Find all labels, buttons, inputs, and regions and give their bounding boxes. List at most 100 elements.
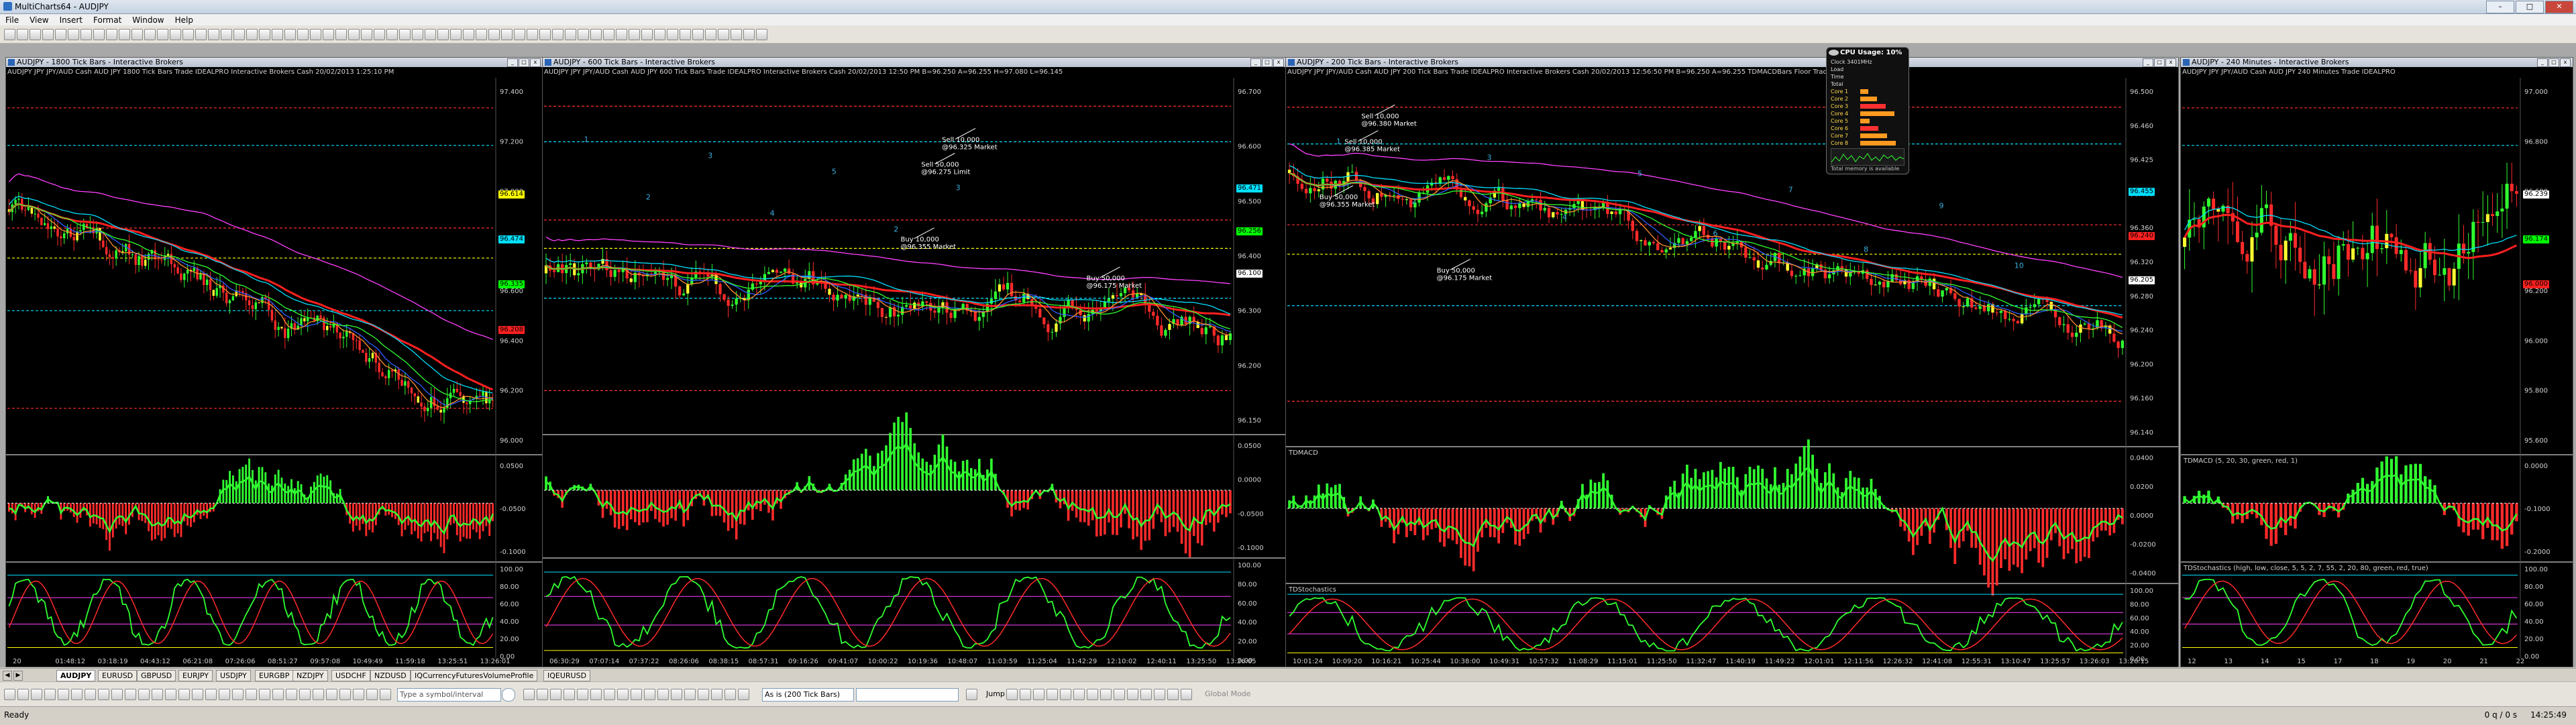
drawing-tool-icon[interactable] [1140, 689, 1152, 700]
jump-date-input[interactable] [856, 688, 959, 702]
drawing-tool-icon[interactable] [1087, 689, 1098, 700]
toolbar-tool-icon[interactable] [68, 29, 79, 40]
drawing-tool-icon[interactable] [219, 689, 230, 700]
drawing-tool-icon[interactable] [1181, 689, 1192, 700]
menu-view[interactable]: View [24, 14, 54, 25]
tab-scroll-left-icon[interactable]: ◀ [3, 671, 12, 681]
toolbar-tool-icon[interactable] [30, 29, 41, 40]
tab-scroll-right-icon[interactable]: ▶ [13, 671, 23, 681]
toolbar-tool-icon[interactable] [654, 29, 665, 40]
drawing-tool-icon[interactable] [564, 689, 575, 700]
toolbar-tool-icon[interactable] [412, 29, 423, 40]
toolbar-tool-icon[interactable] [4, 29, 15, 40]
tab-nzdjpy[interactable]: NZDJPY [292, 670, 328, 681]
toolbar-tool-icon[interactable] [119, 29, 130, 40]
drawing-tool-icon[interactable] [85, 689, 96, 700]
toolbar-tool-icon[interactable] [221, 29, 232, 40]
drawing-tool-icon[interactable] [71, 689, 83, 700]
toolbar-tool-icon[interactable] [246, 29, 258, 40]
drawing-tool-icon[interactable] [657, 689, 669, 700]
toolbar-tool-icon[interactable] [182, 29, 194, 40]
drawing-tool-icon[interactable] [617, 689, 629, 700]
toolbar-tool-icon[interactable] [374, 29, 385, 40]
toolbar-tool-icon[interactable] [425, 29, 436, 40]
drawing-tool-icon[interactable] [192, 689, 203, 700]
drawing-tool-icon[interactable] [1114, 689, 1125, 700]
toolbar-tool-icon[interactable] [680, 29, 691, 40]
drawing-tool-icon[interactable] [1100, 689, 1112, 700]
toolbar-tool-icon[interactable] [667, 29, 678, 40]
toolbar-tool-icon[interactable] [80, 29, 92, 40]
toolbar-tool-icon[interactable] [170, 29, 181, 40]
close-icon[interactable]: ✕ [2545, 1, 2573, 13]
tab-eurjpy[interactable]: EURJPY [178, 670, 213, 681]
toolbar-tool-icon[interactable] [157, 29, 168, 40]
drawing-tool-icon[interactable] [17, 689, 29, 700]
toolbar-tool-icon[interactable] [731, 29, 742, 40]
drawing-tool-icon[interactable] [353, 689, 364, 700]
toolbar-tool-icon[interactable] [743, 29, 755, 40]
drawing-tool-icon[interactable] [152, 689, 163, 700]
tab-usdjpy[interactable]: USDJPY [216, 670, 251, 681]
chart-canvas[interactable]: 97.40097.20097.00096.80096.60096.40096.2… [6, 58, 543, 667]
toolbar-tool-icon[interactable] [603, 29, 614, 40]
maximize-icon[interactable]: □ [2516, 1, 2544, 13]
chart-window-1800-tick[interactable]: AUDJPY - 1800 Tick Bars - Interactive Br… [5, 57, 543, 667]
drawing-tool-icon[interactable] [1154, 689, 1165, 700]
drawing-tool-icon[interactable] [326, 689, 337, 700]
toolbar-tool-icon[interactable] [42, 29, 54, 40]
drawing-tool-icon[interactable] [1006, 689, 1018, 700]
drawing-tool-icon[interactable] [232, 689, 244, 700]
toolbar-tool-icon[interactable] [55, 29, 66, 40]
chart-canvas[interactable]: 97.00096.80096.60096.40096.20096.00095.8… [2181, 58, 2573, 667]
toolbar-tool-icon[interactable] [692, 29, 704, 40]
drawing-tool-icon[interactable] [966, 689, 977, 700]
drawing-tool-icon[interactable] [537, 689, 548, 700]
menu-format[interactable]: Format [88, 14, 127, 25]
drawing-tool-icon[interactable] [178, 689, 190, 700]
toolbar-tool-icon[interactable] [272, 29, 283, 40]
toolbar-tool-icon[interactable] [348, 29, 360, 40]
drawing-tool-icon[interactable] [138, 689, 150, 700]
tab-eurgbp[interactable]: EURGBP [255, 670, 294, 681]
minimize-icon[interactable]: – [2486, 1, 2514, 13]
toolbar-tool-icon[interactable] [259, 29, 270, 40]
toolbar-tool-icon[interactable] [565, 29, 576, 40]
drawing-tool-icon[interactable] [724, 689, 736, 700]
toolbar-tool-icon[interactable] [488, 29, 500, 40]
toolbar-tool-icon[interactable] [144, 29, 156, 40]
toolbar-tool-icon[interactable] [641, 29, 653, 40]
drawing-tool-icon[interactable] [44, 689, 56, 700]
drawing-tool-icon[interactable] [125, 689, 136, 700]
tab-iqcurrencyfutures[interactable]: IQCurrencyFuturesVolumeProfile [411, 670, 538, 681]
drawing-tool-icon[interactable] [1060, 689, 1071, 700]
toolbar-tool-icon[interactable] [208, 29, 219, 40]
tab-audjpy[interactable]: AUDJPY [56, 670, 96, 681]
drawing-tool-icon[interactable] [1127, 689, 1138, 700]
toolbar-tool-icon[interactable] [335, 29, 347, 40]
toolbar-tool-icon[interactable] [463, 29, 474, 40]
resolution-select[interactable]: As is (200 Tick Bars) [762, 688, 854, 702]
drawing-tool-icon[interactable] [205, 689, 217, 700]
drawing-tool-icon[interactable] [58, 689, 69, 700]
toolbar-tool-icon[interactable] [93, 29, 105, 40]
toolbar-tool-icon[interactable] [106, 29, 117, 40]
toolbar-tool-icon[interactable] [527, 29, 538, 40]
toolbar-tool-icon[interactable] [284, 29, 296, 40]
drawing-tool-icon[interactable] [299, 689, 311, 700]
chart-window-200-tick[interactable]: AUDJPY - 200 Tick Bars - Interactive Bro… [1285, 57, 2179, 667]
drawing-tool-icon[interactable] [684, 689, 696, 700]
toolbar-tool-icon[interactable] [629, 29, 640, 40]
toolbar-tool-icon[interactable] [616, 29, 627, 40]
toolbar-tool-icon[interactable] [705, 29, 716, 40]
global-mode-label[interactable]: Global Mode [1205, 689, 1251, 698]
tab-eurusd[interactable]: EURUSD [98, 670, 138, 681]
drawing-tool-icon[interactable] [339, 689, 351, 700]
symbol-input[interactable]: Type a symbol/interval [397, 688, 501, 702]
drawing-tool-icon[interactable] [111, 689, 123, 700]
toolbar-tool-icon[interactable] [310, 29, 321, 40]
chart-window-240-min[interactable]: AUDJPY - 240 Minutes - Interactive Broke… [2180, 57, 2573, 667]
drawing-tool-icon[interactable] [590, 689, 602, 700]
toolbar-tool-icon[interactable] [361, 29, 372, 40]
toolbar-tool-icon[interactable] [718, 29, 729, 40]
